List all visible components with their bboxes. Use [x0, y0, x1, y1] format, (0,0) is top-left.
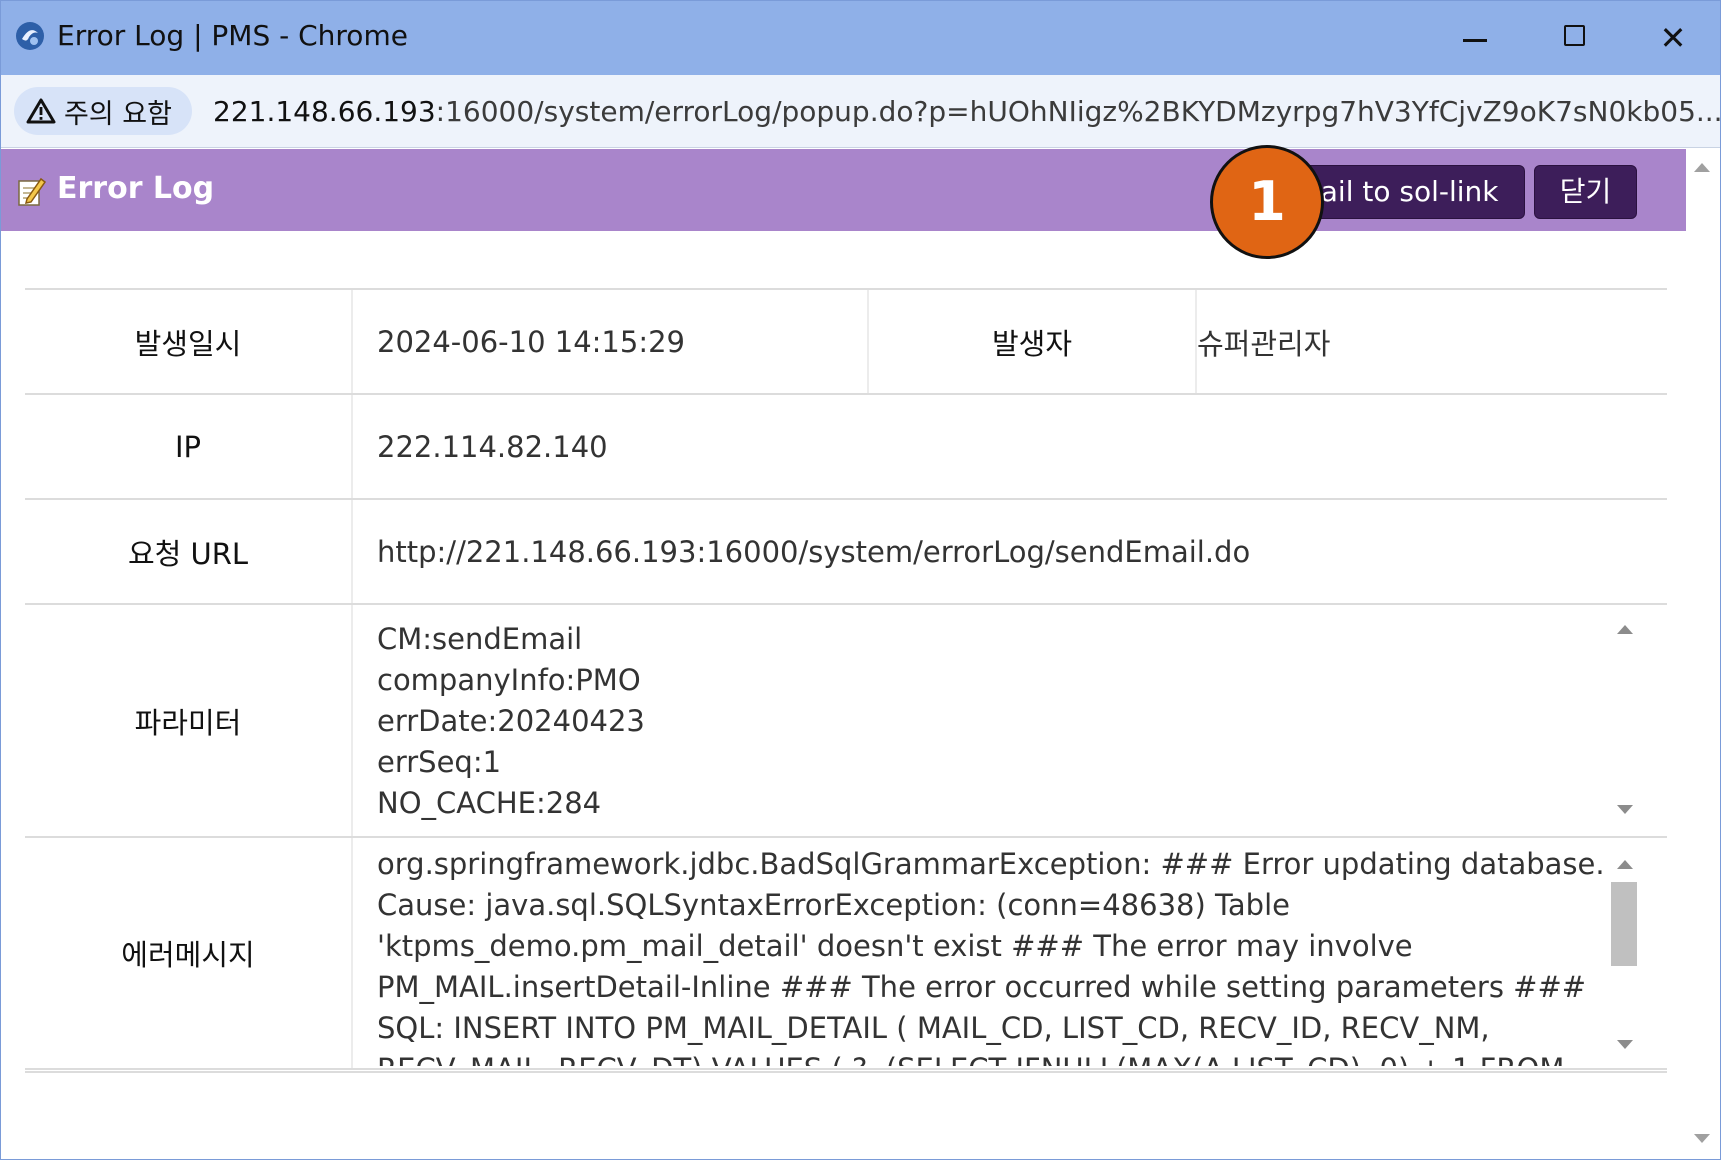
- page-title: Error Log: [57, 171, 215, 206]
- request-url-label: 요청 URL: [25, 500, 353, 603]
- app-logo-icon: [16, 22, 44, 50]
- error-message-label: 에러메시지: [25, 838, 353, 1068]
- page-header: Error Log mail to sol-link 닫기: [1, 149, 1686, 231]
- reporter-label: 발생자: [867, 290, 1197, 393]
- request-url-value: http://221.148.66.193:16000/system/error…: [377, 534, 1251, 569]
- error-message-text[interactable]: org.springframework.jdbc.BadSqlGrammarEx…: [377, 844, 1627, 1066]
- scroll-down-arrow-icon[interactable]: [1694, 1134, 1710, 1143]
- title-bar: Error Log | PMS - Chrome ✕: [1, 1, 1720, 75]
- param-item: companyInfo:PMO: [377, 663, 641, 697]
- occurred-at-value: 2024-06-10 14:15:29: [377, 324, 685, 359]
- url-host: 221.148.66.193: [213, 95, 436, 128]
- minimize-button[interactable]: [1445, 15, 1505, 61]
- ip-label: IP: [25, 395, 353, 498]
- close-window-button[interactable]: ✕: [1643, 15, 1703, 61]
- row-ip: IP 222.114.82.140: [25, 393, 1667, 498]
- annotation-badge: 1: [1210, 145, 1324, 259]
- security-warning-chip[interactable]: 주의 요함: [14, 87, 192, 135]
- row-occurred: 발생일시 2024-06-10 14:15:29 발생자 슈퍼관리자: [25, 288, 1667, 393]
- param-item: CM:sendEmail: [377, 622, 583, 656]
- url-text[interactable]: 221.148.66.193:16000/system/errorLog/pop…: [213, 95, 1721, 128]
- divider: [25, 1071, 1667, 1073]
- error-detail-table: 발생일시 2024-06-10 14:15:29 발생자 슈퍼관리자 IP 22…: [25, 288, 1667, 1070]
- scroll-up-arrow-icon[interactable]: [1694, 163, 1710, 172]
- page-scrollbar[interactable]: [1687, 149, 1720, 1159]
- security-warning-label: 주의 요함: [64, 98, 172, 130]
- error-scroll-down-icon[interactable]: [1617, 1040, 1633, 1049]
- maximize-button[interactable]: [1545, 15, 1605, 61]
- param-item: errSeq:1: [377, 745, 502, 779]
- params-scroll-up-icon[interactable]: [1617, 625, 1633, 634]
- row-request-url: 요청 URL http://221.148.66.193:16000/syste…: [25, 498, 1667, 603]
- address-bar: 주의 요함 221.148.66.193:16000/system/errorL…: [1, 75, 1720, 148]
- param-item: NO_CACHE:284: [377, 786, 602, 820]
- row-params: 파라미터 CM:sendEmail companyInfo:PMO errDat…: [25, 603, 1667, 836]
- error-scroll-up-icon[interactable]: [1617, 860, 1633, 869]
- url-path: :16000/system/errorLog/popup.do?p=hUOhNI…: [435, 95, 1721, 128]
- params-list: CM:sendEmail companyInfo:PMO errDate:202…: [377, 619, 645, 824]
- minimize-icon: [1463, 39, 1487, 42]
- edit-pencil-icon: [18, 177, 47, 206]
- window-title: Error Log | PMS - Chrome: [57, 19, 408, 52]
- error-scroll-thumb[interactable]: [1611, 882, 1637, 966]
- params-scroll-down-icon[interactable]: [1617, 805, 1633, 814]
- ip-value: 222.114.82.140: [377, 429, 608, 464]
- row-error-message: 에러메시지 org.springframework.jdbc.BadSqlGra…: [25, 836, 1667, 1070]
- maximize-icon: [1564, 25, 1585, 46]
- browser-window: Error Log | PMS - Chrome ✕ 주의 요함 221.148…: [0, 0, 1721, 1160]
- close-icon: ✕: [1659, 19, 1687, 57]
- param-item: errDate:20240423: [377, 704, 645, 738]
- params-label: 파라미터: [25, 605, 353, 836]
- occurred-at-label: 발생일시: [25, 290, 353, 393]
- warning-triangle-icon: [26, 98, 56, 124]
- close-button[interactable]: 닫기: [1534, 165, 1637, 219]
- reporter-value: 슈퍼관리자: [1197, 326, 1331, 361]
